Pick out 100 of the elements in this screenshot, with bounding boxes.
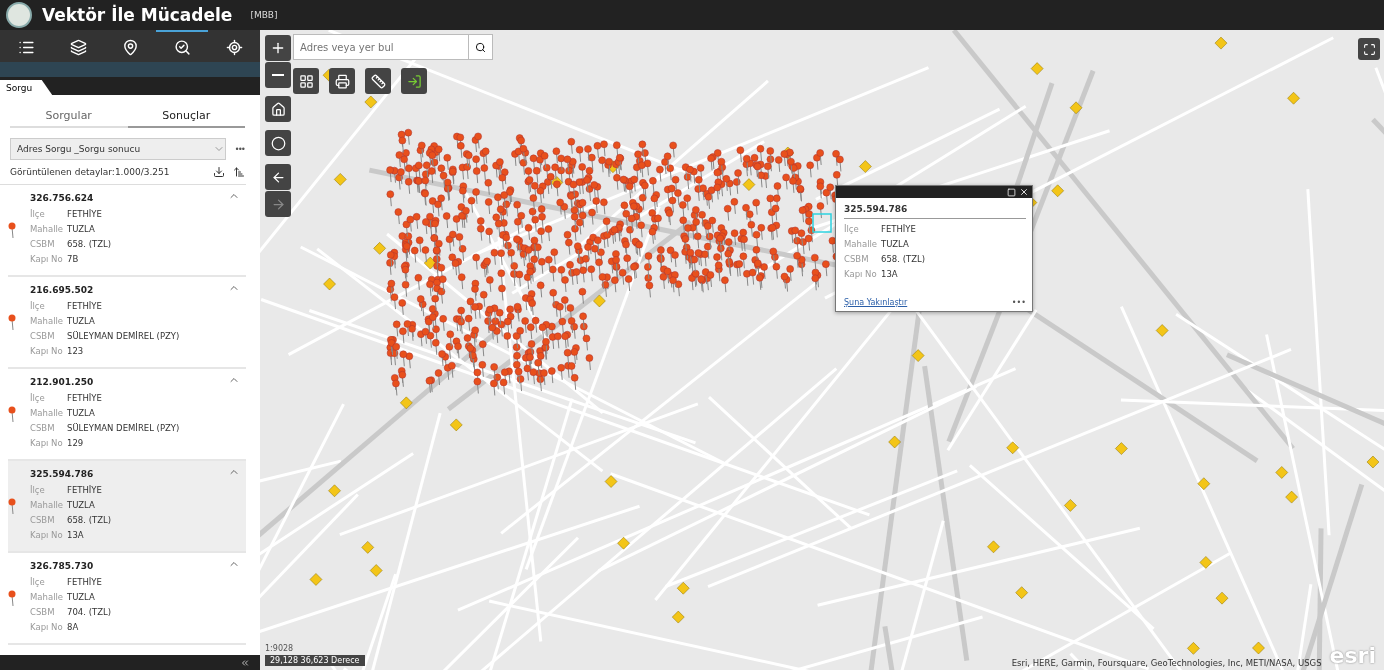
field-value: FETHİYE [67, 392, 103, 405]
field-value: FETHİYE [67, 300, 103, 313]
field-label: Kapı No [30, 529, 64, 542]
field-label: İlçe [30, 208, 46, 221]
field-label: İlçe [844, 223, 860, 236]
header-label: [MBB] [250, 10, 278, 20]
field-value: FETHİYE [67, 208, 103, 221]
field-label: İlçe [30, 484, 46, 497]
result-title: 216.695.502 [30, 285, 95, 295]
field-value: FETHİYE [67, 484, 103, 497]
basemap-button[interactable] [293, 68, 319, 94]
field-value: TUZLA [67, 591, 96, 604]
sort-icon[interactable] [233, 166, 245, 178]
field-label: CSBM [30, 330, 56, 343]
more-button[interactable]: ••• [235, 144, 245, 154]
ruler-icon [370, 73, 386, 89]
field-value: 13A [881, 268, 899, 281]
search-bar[interactable]: Adres veya yer bul [293, 34, 493, 60]
result-item[interactable]: 325.594.786 İlçe FETHİYE Mahalle TUZLA CSBM 658. (TZL) Kapı No 13A [8, 461, 246, 553]
app-title: Vektör İle Mücadele [42, 5, 233, 25]
coordinates-label: 29,128 36,623 Derece [265, 655, 365, 666]
field-label: Kapı No [30, 621, 64, 634]
subtab[interactable]: Sonuçlar [127, 105, 245, 128]
fullscreen-button[interactable] [1358, 38, 1380, 60]
circle-icon [270, 135, 286, 151]
logo-icon [6, 2, 32, 28]
location-icon [225, 38, 243, 56]
search-icon [475, 40, 486, 54]
field-label: CSBM [30, 422, 56, 435]
field-value: 704. (TZL) [67, 606, 112, 619]
field-value: 123 [67, 345, 85, 358]
popup-title: 325.594.786 [844, 204, 1026, 219]
print-button[interactable] [329, 68, 355, 94]
field-label: Kapı No [30, 437, 64, 450]
field-label: CSBM [30, 238, 56, 251]
field-value: SÜLEYMAN DEMİREL (PZY) [67, 330, 181, 343]
zoom-in-button[interactable] [265, 35, 291, 61]
field-label: Mahalle [30, 315, 65, 328]
field-value: 658. (TZL) [67, 514, 112, 527]
arrow-right-icon [270, 196, 286, 212]
field-value: 13A [67, 529, 85, 542]
field-value: 658. (TZL) [881, 253, 926, 266]
field-value: TUZLA [67, 315, 96, 328]
result-title: 326.785.730 [30, 561, 95, 571]
back-button[interactable] [265, 164, 291, 190]
feature-count: Görüntülenen detaylar:1.000/3.251 [10, 167, 171, 177]
panel-tab[interactable]: Sorgu [0, 80, 53, 95]
pin-icon [8, 590, 18, 606]
field-value: TUZLA [67, 499, 96, 512]
layers-icon [69, 38, 87, 56]
collapse-panel-icon[interactable] [240, 657, 250, 668]
field-label: İlçe [30, 300, 46, 313]
printer-icon [334, 73, 350, 89]
plus-icon [270, 40, 286, 56]
result-select[interactable]: Adres Sorgu _Sorgu sonucu [10, 138, 226, 160]
field-value: 658. (TZL) [67, 238, 112, 251]
field-label: Kapı No [30, 345, 64, 358]
field-label: İlçe [30, 576, 46, 589]
home-button[interactable] [265, 96, 291, 122]
field-label: Mahalle [30, 591, 65, 604]
field-label: CSBM [30, 514, 56, 527]
zoom-out-button[interactable] [265, 62, 291, 88]
field-value: SÜLEYMAN DEMİREL (PZY) [67, 422, 181, 435]
zoom-to-link[interactable]: Şuna Yakınlaştır [844, 298, 908, 307]
field-label: Kapı No [844, 268, 878, 281]
result-title: 325.594.786 [30, 469, 95, 479]
query-icon [173, 38, 191, 56]
scale-label: 1:9028 [265, 644, 294, 653]
field-value: TUZLA [67, 407, 96, 420]
close-icon[interactable] [1019, 187, 1029, 197]
field-label: Mahalle [30, 499, 65, 512]
enter-icon [406, 73, 422, 89]
attribution-text: Esri, HERE, Garmin, Foursquare, GeoTechnologies, Inc, METI/NASA, USGS [1011, 658, 1322, 668]
download-icon[interactable] [213, 166, 225, 178]
pin-icon [8, 498, 18, 514]
fullscreen-icon [1362, 42, 1376, 56]
field-label: İlçe [30, 392, 46, 405]
locate-button[interactable] [265, 130, 291, 156]
field-label: Mahalle [844, 238, 879, 251]
brand-logo: esri [1329, 643, 1376, 668]
pin-icon [8, 406, 18, 422]
home-icon [270, 101, 286, 117]
subtab[interactable]: Sorgular [10, 105, 128, 128]
login-button[interactable] [401, 68, 427, 94]
maximize-icon[interactable] [1007, 187, 1016, 197]
more-button[interactable]: ••• [1011, 298, 1026, 307]
field-label: Kapı No [30, 253, 64, 266]
field-label: Mahalle [30, 223, 65, 236]
result-title: 326.756.624 [30, 193, 95, 203]
pin-icon [8, 314, 18, 330]
field-value: FETHİYE [881, 223, 917, 236]
field-value: TUZLA [881, 238, 910, 251]
field-label: CSBM [30, 606, 56, 619]
field-label: Mahalle [30, 407, 65, 420]
field-label: CSBM [844, 253, 870, 266]
field-value: FETHİYE [67, 576, 103, 589]
field-value: TUZLA [67, 223, 96, 236]
minus-icon [272, 74, 284, 76]
pin-icon [8, 222, 18, 238]
measure-button[interactable] [365, 68, 391, 94]
